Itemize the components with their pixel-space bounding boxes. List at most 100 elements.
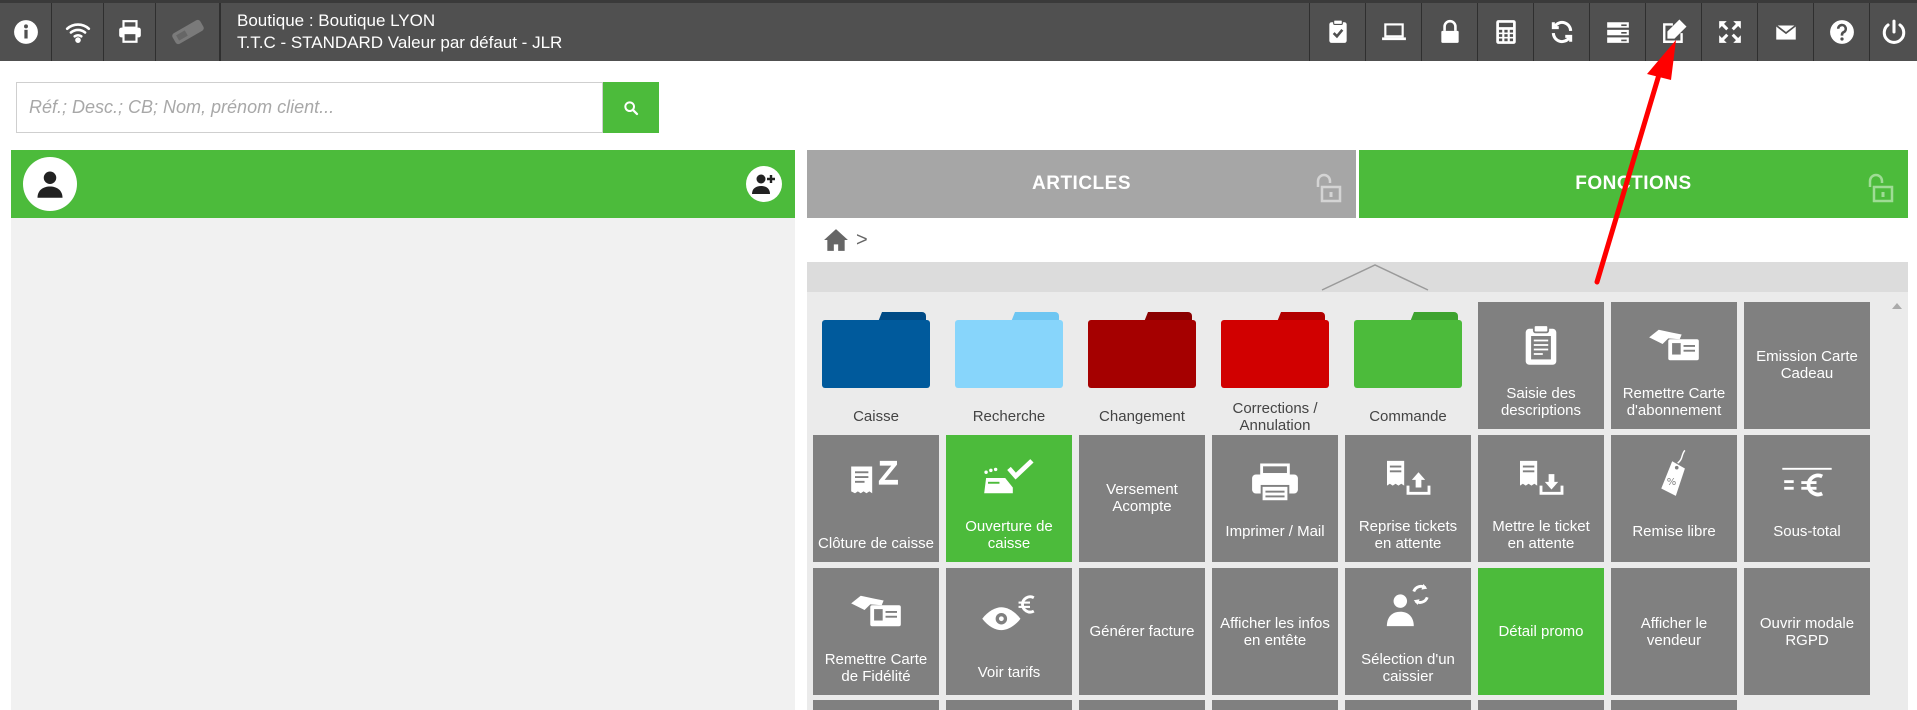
search-button[interactable] <box>603 82 659 133</box>
tile-partial[interactable] <box>1079 700 1205 710</box>
lock-icon[interactable] <box>1421 3 1477 61</box>
tile-label: Imprimer / Mail <box>1225 523 1325 540</box>
price-tag-icon: % <box>1611 449 1737 499</box>
info-icon[interactable] <box>0 3 52 61</box>
tile-carte-abonnement[interactable]: Remettre Carte d'abonnement <box>1611 302 1737 429</box>
ticket-download-icon <box>1478 453 1604 503</box>
wifi-icon[interactable] <box>52 3 104 61</box>
add-client-button[interactable] <box>746 166 782 202</box>
help-icon[interactable] <box>1813 3 1869 61</box>
tile-afficher-infos-entete[interactable]: Afficher les infos en entête <box>1212 568 1338 695</box>
tile-selection-caissier[interactable]: Sélection d'un caissier <box>1345 568 1471 695</box>
home-icon[interactable] <box>822 227 850 253</box>
folder-corrections[interactable]: Corrections / Annulation <box>1212 302 1338 434</box>
folder-changement[interactable]: Changement <box>1079 302 1205 429</box>
refresh-icon[interactable] <box>1533 3 1589 61</box>
tile-remise-libre[interactable]: % Remise libre <box>1611 435 1737 562</box>
tile-label: Ouverture de caisse <box>965 518 1053 552</box>
tile-label: Détail promo <box>1498 623 1584 640</box>
edit-icon[interactable] <box>1645 3 1701 61</box>
scrollbar[interactable] <box>1886 292 1908 710</box>
tile-saisie-descriptions[interactable]: Saisie des descriptions <box>1478 302 1604 429</box>
receipt-z-icon <box>813 453 939 503</box>
tile-label: Ouvrir modale RGPD <box>1759 614 1855 649</box>
payment-terminal-icon[interactable] <box>156 3 220 61</box>
fullscreen-icon[interactable] <box>1701 3 1757 61</box>
shop-name: Boutique : Boutique LYON <box>237 11 436 30</box>
user-icon <box>37 171 63 198</box>
unlock-icon[interactable] <box>1864 172 1896 204</box>
tile-cloture-caisse[interactable]: Clôture de caisse <box>813 435 939 562</box>
power-icon[interactable] <box>1869 3 1917 61</box>
tab-articles-label: ARTICLES <box>1032 173 1131 194</box>
top-toolbar: Boutique : Boutique LYON T.T.C - STANDAR… <box>0 0 1917 61</box>
client-avatar[interactable] <box>23 157 77 211</box>
tile-label: Afficher les infos en entête <box>1220 614 1330 649</box>
tile-partial[interactable] <box>946 700 1072 710</box>
eye-euro-icon <box>946 588 1072 638</box>
folder-icon <box>1354 312 1462 388</box>
folder-label: Changement <box>1099 408 1185 425</box>
client-header <box>11 150 795 218</box>
register-check-icon <box>946 453 1072 503</box>
tile-partial[interactable] <box>813 700 939 710</box>
tile-label: Clôture de caisse <box>818 535 934 552</box>
search-input[interactable] <box>16 82 603 133</box>
tile-partial[interactable] <box>1611 700 1737 710</box>
folder-icon <box>822 312 930 388</box>
folder-label: Corrections / Annulation <box>1232 400 1318 434</box>
server-icon[interactable] <box>1589 3 1645 61</box>
tile-reprise-tickets[interactable]: Reprise tickets en attente <box>1345 435 1471 562</box>
tile-label: Sous-total <box>1773 523 1841 540</box>
ticket-upload-icon <box>1345 453 1471 503</box>
scroll-arrow-up-icon <box>1892 303 1902 309</box>
folder-icon <box>1221 312 1329 388</box>
scroll-up-button[interactable] <box>807 262 1908 292</box>
chevron-up-icon <box>1321 264 1429 291</box>
tab-articles[interactable]: ARTICLES <box>807 150 1356 218</box>
tile-label: Emission Carte Cadeau <box>1756 348 1858 382</box>
tile-label: Versement Acompte <box>1106 481 1178 515</box>
calculator-icon[interactable] <box>1477 3 1533 61</box>
tile-versement-acompte[interactable]: Versement Acompte <box>1079 435 1205 562</box>
tile-ouverture-caisse[interactable]: Ouverture de caisse <box>946 435 1072 562</box>
tile-ouvrir-modale-rgpd[interactable]: Ouvrir modale RGPD <box>1744 568 1870 695</box>
hand-card-icon <box>813 586 939 636</box>
clipboard-check-icon[interactable] <box>1309 3 1365 61</box>
laptop-icon[interactable] <box>1365 3 1421 61</box>
tile-generer-facture[interactable]: Générer facture <box>1079 568 1205 695</box>
hand-card-icon <box>1611 320 1737 370</box>
user-switch-icon <box>1345 580 1471 630</box>
tile-carte-fidelite[interactable]: Remettre Carte de Fidélité <box>813 568 939 695</box>
folder-commande[interactable]: Commande <box>1345 302 1471 429</box>
tile-partial[interactable] <box>1478 700 1604 710</box>
mail-icon[interactable] <box>1757 3 1813 61</box>
folder-icon <box>955 312 1063 388</box>
tile-partial[interactable] <box>1212 700 1338 710</box>
svg-text:%: % <box>1667 477 1677 488</box>
tile-voir-tarifs[interactable]: Voir tarifs <box>946 568 1072 695</box>
folder-label: Caisse <box>853 408 899 425</box>
folder-label: Recherche <box>972 408 1046 425</box>
tile-label: Voir tarifs <box>977 664 1041 681</box>
tile-afficher-vendeur[interactable]: Afficher le vendeur <box>1611 568 1737 695</box>
folder-caisse[interactable]: Caisse <box>813 302 939 429</box>
tab-fonctions[interactable]: FONCTIONS <box>1359 150 1908 218</box>
tile-detail-promo[interactable]: Détail promo <box>1478 568 1604 695</box>
tile-partial[interactable] <box>1345 700 1471 710</box>
unlock-icon[interactable] <box>1312 172 1344 204</box>
breadcrumb: > <box>822 225 868 255</box>
tile-label: Mettre le ticket en attente <box>1492 518 1590 552</box>
tile-imprimer-mail[interactable]: Imprimer / Mail <box>1212 435 1338 562</box>
folder-recherche[interactable]: Recherche <box>946 302 1072 429</box>
tile-emission-carte-cadeau[interactable]: Emission Carte Cadeau <box>1744 302 1870 429</box>
printer-icon[interactable] <box>104 3 156 61</box>
tile-label: Saisie des descriptions <box>1500 385 1582 419</box>
tab-fonctions-label: FONCTIONS <box>1575 173 1692 194</box>
search-icon <box>624 100 639 115</box>
search-bar <box>16 82 659 133</box>
tile-mettre-ticket-attente[interactable]: Mettre le ticket en attente <box>1478 435 1604 562</box>
tile-label: Remettre Carte d'abonnement <box>1622 385 1726 419</box>
user-plus-icon <box>752 174 775 194</box>
tile-sous-total[interactable]: Sous-total <box>1744 435 1870 562</box>
